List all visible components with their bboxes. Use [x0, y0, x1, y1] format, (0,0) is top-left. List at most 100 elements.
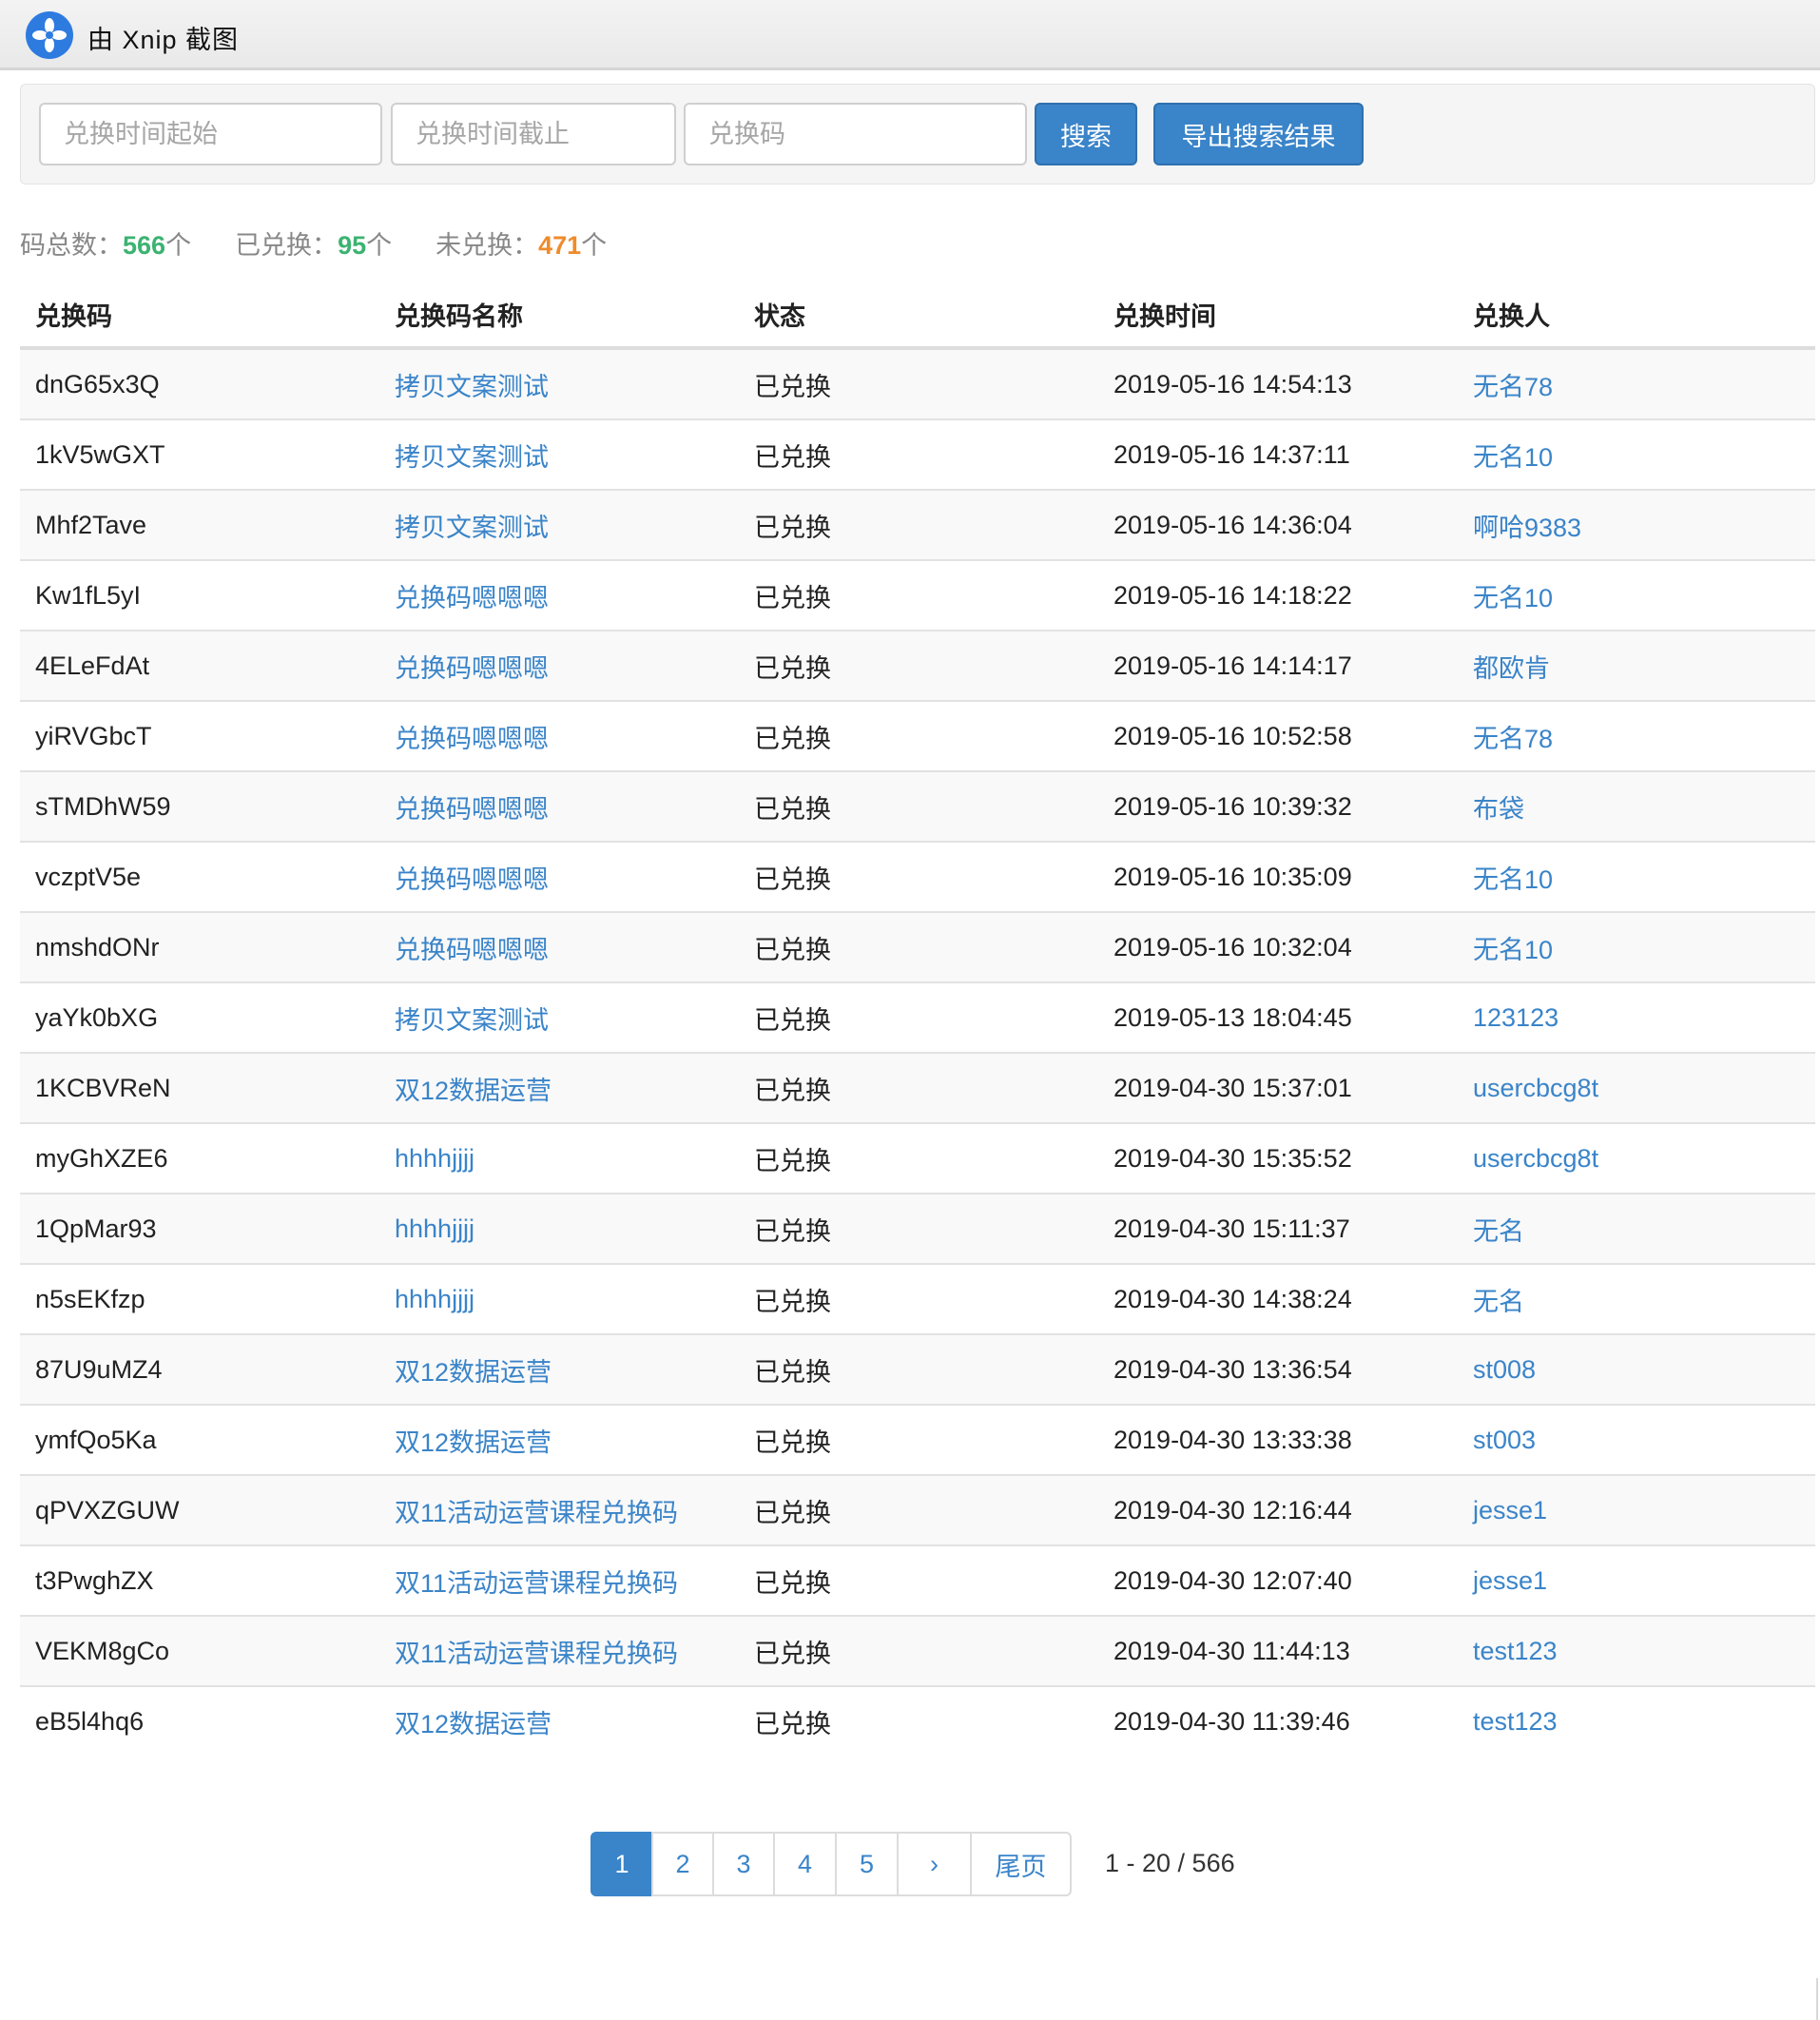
cell-code: vczptV5e	[20, 841, 379, 912]
export-button[interactable]: 导出搜索结果	[1153, 103, 1364, 165]
page-4-button[interactable]: 4	[773, 1832, 837, 1896]
page-1-button[interactable]: 1	[591, 1832, 653, 1896]
cell-user-link[interactable]: 无名78	[1473, 725, 1553, 753]
search-button[interactable]: 搜索	[1035, 103, 1137, 165]
table-row: yiRVGbcT 兑换码嗯嗯嗯 已兑换 2019-05-16 10:52:58 无名78	[20, 700, 1815, 771]
cell-code-name-link[interactable]: 双12数据运营	[395, 1077, 552, 1105]
cell-status: 已兑换	[739, 1052, 1098, 1123]
cell-code-name-link[interactable]: 拷贝文案测试	[395, 443, 549, 472]
cell-time: 2019-04-30 11:44:13	[1098, 1615, 1458, 1686]
cell-code-name-link[interactable]: 拷贝文案测试	[395, 373, 549, 401]
cell-user-link[interactable]: 都欧肯	[1473, 654, 1550, 683]
cell-code-name-link[interactable]: 兑换码嗯嗯嗯	[395, 725, 549, 753]
table-row: myGhXZE6 hhhhjjjj 已兑换 2019-04-30 15:35:52 us…	[20, 1122, 1815, 1194]
cell-user-link[interactable]: 无名	[1473, 1288, 1524, 1316]
cell-time: 2019-04-30 12:16:44	[1098, 1474, 1458, 1545]
cell-code-name: hhhhjjjj	[379, 1263, 739, 1334]
cell-user-link[interactable]: 无名	[1473, 1217, 1524, 1246]
cell-code-name: 兑换码嗯嗯嗯	[379, 911, 739, 982]
cell-user: jesse1	[1458, 1474, 1815, 1545]
cell-code-name-link[interactable]: 兑换码嗯嗯嗯	[395, 654, 549, 683]
cell-user: 无名10	[1458, 418, 1815, 490]
cell-user-link[interactable]: 无名78	[1473, 373, 1553, 401]
cell-user-link[interactable]: 无名10	[1473, 584, 1553, 612]
cell-code-name-link[interactable]: 双12数据运营	[395, 1358, 552, 1387]
cell-code-name-link[interactable]: 双11活动运营课程兑换码	[395, 1569, 678, 1598]
page-2-button[interactable]: 2	[651, 1832, 714, 1896]
cell-code-name-link[interactable]: 双11活动运营课程兑换码	[395, 1499, 678, 1527]
cell-code: n5sEKfzp	[20, 1263, 379, 1334]
cell-code-name-link[interactable]: 兑换码嗯嗯嗯	[395, 936, 549, 964]
cell-user: st008	[1458, 1333, 1815, 1405]
next-page-button[interactable]: ›	[897, 1832, 972, 1896]
cell-code-name: 双12数据运营	[379, 1404, 739, 1475]
cell-user: jesse1	[1458, 1544, 1815, 1616]
cell-user-link[interactable]: test123	[1473, 1707, 1558, 1736]
cell-code-name-link[interactable]: 拷贝文案测试	[395, 1006, 549, 1035]
cell-code-name: 双11活动运营课程兑换码	[379, 1474, 739, 1545]
cell-user-link[interactable]: jesse1	[1473, 1496, 1547, 1525]
table-header-row: 兑换码 兑换码名称 状态 兑换时间 兑换人	[20, 282, 1815, 350]
header-time: 兑换时间	[1098, 282, 1458, 350]
code-input[interactable]	[684, 103, 1027, 165]
cell-status: 已兑换	[739, 1193, 1098, 1264]
cell-code: 4ELeFdAt	[20, 630, 379, 701]
cell-code-name-link[interactable]: 拷贝文案测试	[395, 514, 549, 542]
cell-time: 2019-05-16 10:32:04	[1098, 911, 1458, 982]
cell-status: 已兑换	[739, 1122, 1098, 1194]
cell-code-name-link[interactable]: hhhhjjjj	[395, 1144, 474, 1173]
total-label: 码总数：	[20, 231, 123, 260]
cell-user-link[interactable]: 无名10	[1473, 443, 1553, 472]
cell-code-name-link[interactable]: 兑换码嗯嗯嗯	[395, 584, 549, 612]
cell-code-name: 兑换码嗯嗯嗯	[379, 630, 739, 701]
cell-code-name-link[interactable]: 兑换码嗯嗯嗯	[395, 795, 549, 824]
cell-time: 2019-04-30 13:33:38	[1098, 1404, 1458, 1475]
cell-user-link[interactable]: st008	[1473, 1355, 1536, 1384]
cell-user-link[interactable]: usercbcg8t	[1473, 1074, 1598, 1102]
end-time-input[interactable]	[391, 103, 676, 165]
cell-status: 已兑换	[739, 700, 1098, 771]
table-row: ymfQo5Ka 双12数据运营 已兑换 2019-04-30 13:33:38 st0…	[20, 1404, 1815, 1475]
page-3-button[interactable]: 3	[712, 1832, 775, 1896]
cell-user-link[interactable]: 布袋	[1473, 795, 1524, 824]
cell-time: 2019-05-16 10:52:58	[1098, 700, 1458, 771]
page-5-button[interactable]: 5	[835, 1832, 899, 1896]
cell-time: 2019-05-16 10:39:32	[1098, 770, 1458, 842]
cell-code-name-link[interactable]: hhhhjjjj	[395, 1285, 474, 1313]
cell-user: 无名	[1458, 1263, 1815, 1334]
cell-code-name-link[interactable]: 兑换码嗯嗯嗯	[395, 865, 549, 894]
cell-user-link[interactable]: jesse1	[1473, 1566, 1547, 1595]
cell-code-name-link[interactable]: 双12数据运营	[395, 1428, 552, 1457]
cell-user-link[interactable]: 123123	[1473, 1003, 1559, 1032]
table-row: 4ELeFdAt 兑换码嗯嗯嗯 已兑换 2019-05-16 14:14:17 都欧肯	[20, 630, 1815, 701]
last-page-button[interactable]: 尾页	[970, 1832, 1072, 1896]
cell-status: 已兑换	[739, 418, 1098, 490]
table-row: 87U9uMZ4 双12数据运营 已兑换 2019-04-30 13:36:54 st0…	[20, 1333, 1815, 1405]
start-time-input[interactable]	[39, 103, 382, 165]
cell-time: 2019-04-30 12:07:40	[1098, 1544, 1458, 1616]
cell-code: eB5l4hq6	[20, 1685, 379, 1756]
cell-code-name-link[interactable]: 双11活动运营课程兑换码	[395, 1640, 678, 1668]
cell-user-link[interactable]: st003	[1473, 1426, 1536, 1454]
cell-code-name: 兑换码嗯嗯嗯	[379, 770, 739, 842]
cell-status: 已兑换	[739, 489, 1098, 560]
cell-code: 1KCBVReN	[20, 1052, 379, 1123]
cell-user-link[interactable]: 无名10	[1473, 936, 1553, 964]
cell-user: usercbcg8t	[1458, 1122, 1815, 1194]
cell-user: 都欧肯	[1458, 630, 1815, 701]
header-status: 状态	[739, 282, 1098, 350]
cell-code-name-link[interactable]: 双12数据运营	[395, 1710, 552, 1738]
cell-user-link[interactable]: 无名10	[1473, 865, 1553, 894]
cell-code-name-link[interactable]: hhhhjjjj	[395, 1214, 474, 1243]
header-name: 兑换码名称	[379, 282, 739, 350]
cell-user-link[interactable]: 啊哈9383	[1473, 514, 1581, 542]
table-row: Kw1fL5yI 兑换码嗯嗯嗯 已兑换 2019-05-16 14:18:22 无名10	[20, 559, 1815, 631]
header-code: 兑换码	[20, 282, 379, 350]
cell-user-link[interactable]: usercbcg8t	[1473, 1144, 1598, 1173]
cell-user-link[interactable]: test123	[1473, 1637, 1558, 1665]
cell-code-name: 拷贝文案测试	[379, 981, 739, 1053]
redeemed-label: 已兑换：	[235, 231, 339, 260]
total-unit: 个	[165, 231, 192, 260]
cell-time: 2019-05-16 14:37:11	[1098, 418, 1458, 490]
cell-code-name: 双12数据运营	[379, 1333, 739, 1405]
